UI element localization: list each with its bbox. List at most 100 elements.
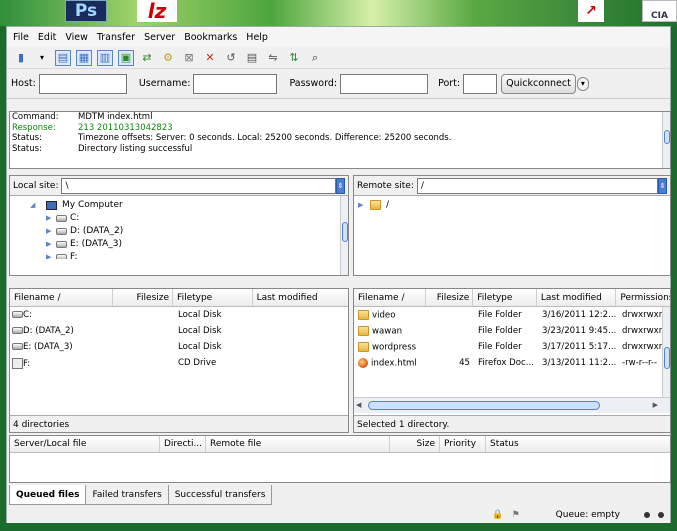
menu-edit[interactable]: Edit [38, 32, 56, 43]
log-scroll-thumb[interactable] [664, 130, 670, 144]
file-size: 45 [459, 358, 470, 368]
tree-item-my-computer[interactable]: ◢ My Computer [30, 199, 348, 212]
compare-icon[interactable]: ⇋ [265, 50, 281, 66]
toggle-tree-icon[interactable]: ▦ [76, 49, 92, 66]
remote-site-dropdown-icon[interactable]: ⇕ [658, 177, 667, 194]
file-type: Local Disk [178, 342, 222, 352]
toggle-queue-icon[interactable]: ▣ [118, 49, 134, 66]
column-remote-file[interactable]: Remote file [206, 436, 390, 452]
column-status[interactable]: Status [486, 436, 546, 452]
remote-list-header: Filename / Filesize Filetype Last modifi… [354, 289, 670, 307]
log-text: 213 20110313042823 [78, 122, 173, 133]
local-site-input[interactable]: \ [61, 177, 336, 194]
sync-browse-icon[interactable]: ⇅ [286, 50, 302, 66]
column-filename[interactable]: Filename / [10, 289, 114, 306]
tree-item-c[interactable]: ▶ C: [46, 212, 348, 225]
menu-view[interactable]: View [65, 32, 88, 43]
tree-item-d[interactable]: ▶ D: (DATA_2) [46, 225, 348, 238]
search-icon[interactable]: ⌕ [307, 50, 323, 66]
refresh-icon[interactable]: ⇄ [139, 50, 155, 66]
port-input[interactable] [463, 73, 498, 94]
site-manager-icon[interactable]: ▮ [13, 50, 29, 66]
local-tree-scrollbar[interactable] [340, 196, 348, 275]
remote-list-vscrollbar[interactable] [662, 307, 670, 397]
file-type: File Folder [478, 310, 522, 320]
column-size[interactable]: Size [390, 436, 440, 452]
list-item[interactable]: F: CD Drive [10, 355, 348, 371]
tree-item-e[interactable]: ▶ E: (DATA_3) [46, 238, 348, 251]
column-direction[interactable]: Directi... [160, 436, 206, 452]
list-item[interactable]: C: Local Disk [10, 307, 348, 323]
photoshop-icon[interactable]: Ps [65, 0, 107, 22]
file-permissions: drwxrwxrwx [622, 342, 664, 352]
filezilla-icon[interactable]: lz [137, 0, 177, 23]
expand-arrow-icon[interactable]: ▶ [358, 199, 363, 212]
column-filetype[interactable]: Filetype [473, 289, 537, 306]
quickconnect-button[interactable]: Quickconnect [501, 73, 576, 94]
file-name: wawan [372, 326, 403, 337]
tree-item-root[interactable]: ▶ / [358, 199, 670, 212]
menu-server[interactable]: Server [144, 32, 175, 43]
expand-arrow-icon[interactable]: ▶ [46, 251, 51, 259]
remote-site-input[interactable]: / [416, 177, 658, 194]
expand-arrow-icon[interactable]: ▶ [46, 225, 51, 238]
quickconnect-dropdown-icon[interactable]: ▾ [576, 76, 589, 91]
list-item[interactable]: video File Folder 3/16/2011 12:2... drwx… [354, 307, 670, 323]
pdf-icon[interactable]: ↗ [578, 0, 604, 22]
scroll-left-icon[interactable]: ◀ [356, 401, 361, 409]
drive-icon [12, 311, 23, 318]
log-key: Command: [12, 112, 59, 122]
menu-transfer[interactable]: Transfer [97, 32, 135, 43]
remote-list-hscroll-thumb[interactable] [368, 401, 600, 410]
quickconnect-bar: Host: Username: Password: Port: Quickcon… [7, 69, 670, 99]
toggle-remote-tree-icon[interactable]: ▥ [97, 49, 113, 66]
menu-file[interactable]: File [13, 32, 29, 43]
drive-icon [12, 327, 23, 334]
local-site-dropdown-icon[interactable]: ⇕ [336, 177, 345, 194]
column-server-local-file[interactable]: Server/Local file [10, 436, 160, 452]
list-item[interactable]: index.html 45 Firefox Doc... 3/13/2011 1… [354, 355, 670, 371]
host-input[interactable] [38, 73, 127, 94]
remote-list-vscroll-thumb[interactable] [664, 347, 670, 369]
username-input[interactable] [193, 73, 278, 94]
column-filesize[interactable]: Filesize [113, 289, 174, 306]
tab-queued-files[interactable]: Queued files [9, 485, 87, 505]
expand-arrow-icon[interactable]: ▶ [46, 212, 51, 225]
cia-icon[interactable]: CIA [642, 0, 677, 22]
filter-icon[interactable]: ▤ [244, 50, 260, 66]
column-priority[interactable]: Priority [440, 436, 486, 452]
list-item[interactable]: D: (DATA_2) Local Disk [10, 323, 348, 339]
list-item[interactable]: wawan File Folder 3/23/2011 9:45... drwx… [354, 323, 670, 339]
column-filetype[interactable]: Filetype [173, 289, 253, 306]
local-tree-scroll-thumb[interactable] [342, 222, 348, 242]
cancel-icon[interactable]: ⊠ [181, 50, 197, 66]
process-queue-icon[interactable]: ⚙ [160, 50, 176, 66]
toggle-log-icon[interactable]: ▤ [55, 49, 71, 66]
remote-file-list: Filename / Filesize Filetype Last modifi… [353, 288, 671, 433]
column-filename[interactable]: Filename / [354, 289, 426, 306]
dropdown-icon[interactable]: ▾ [34, 50, 50, 66]
remote-site-bar: Remote site: / ⇕ [354, 176, 670, 196]
password-input[interactable] [340, 73, 429, 94]
column-last-modified[interactable]: Last modified [537, 289, 617, 306]
remote-list-hscrollbar[interactable]: ◀ ▶ [354, 397, 670, 413]
menu-bookmarks[interactable]: Bookmarks [184, 32, 237, 43]
log-scrollbar[interactable] [662, 112, 670, 168]
tab-failed-transfers[interactable]: Failed transfers [85, 485, 169, 505]
tab-successful-transfers[interactable]: Successful transfers [167, 485, 273, 505]
column-filesize[interactable]: Filesize [426, 289, 474, 306]
scroll-right-icon[interactable]: ▶ [653, 401, 658, 409]
menu-help[interactable]: Help [246, 32, 268, 43]
disconnect-icon[interactable]: ✕ [202, 50, 218, 66]
expand-arrow-icon[interactable]: ▶ [46, 238, 51, 251]
list-item[interactable]: wordpress File Folder 3/17/2011 5:17... … [354, 339, 670, 355]
cd-drive-icon [12, 357, 23, 369]
transfer-queue: Server/Local file Directi... Remote file… [9, 435, 671, 483]
reconnect-icon[interactable]: ↺ [223, 50, 239, 66]
list-item[interactable]: E: (DATA_3) Local Disk [10, 339, 348, 355]
tree-item-f[interactable]: ▶ F: [46, 251, 348, 259]
column-permissions[interactable]: Permissions [616, 289, 670, 306]
column-last-modified[interactable]: Last modified [253, 289, 348, 306]
expand-arrow-icon[interactable]: ◢ [30, 199, 35, 212]
file-name: D: (DATA_2) [23, 326, 74, 336]
